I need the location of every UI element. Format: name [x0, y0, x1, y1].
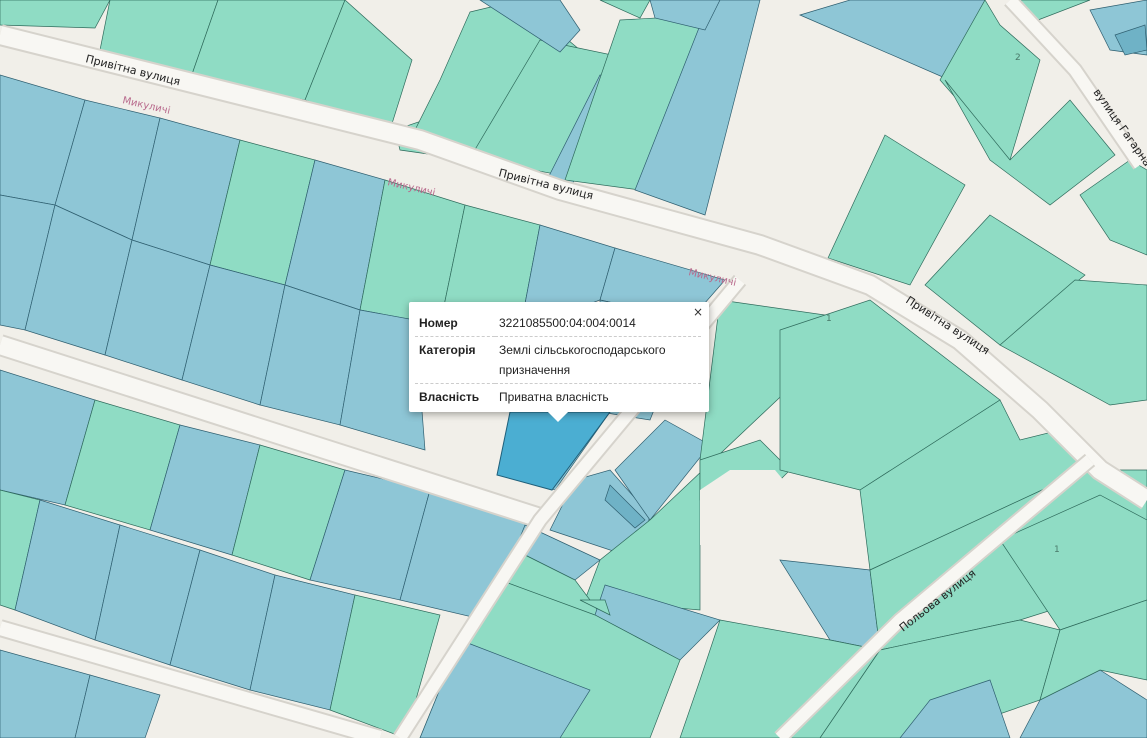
parcel-info-popup: × Номер 3221085500:04:004:0014 Категорія…	[409, 302, 709, 422]
building-number: 2	[1015, 53, 1021, 63]
parcel-row-category: Категорія Землі сільськогосподарського п…	[415, 336, 701, 384]
building-number: 1	[1054, 545, 1060, 555]
parcel-row-ownership: Власність Приватна власність	[415, 383, 701, 410]
building-number: 1	[826, 314, 832, 324]
parcel-category-value: Землі сільськогосподарського призначення	[495, 336, 701, 384]
parcel-ownership-value: Приватна власність	[495, 383, 701, 410]
parcel-row-number: Номер 3221085500:04:004:0014	[415, 310, 701, 337]
parcel-info-table: Номер 3221085500:04:004:0014 Категорія З…	[415, 310, 701, 410]
parcel-field-label: Власність	[415, 383, 495, 410]
parcel-field-label: Категорія	[415, 336, 495, 384]
parcel-number-value: 3221085500:04:004:0014	[499, 316, 636, 330]
cadastral-map[interactable]: Привітна вулиця Привітна вулиця Привітна…	[0, 0, 1147, 738]
parcel-field-label: Номер	[419, 316, 458, 330]
